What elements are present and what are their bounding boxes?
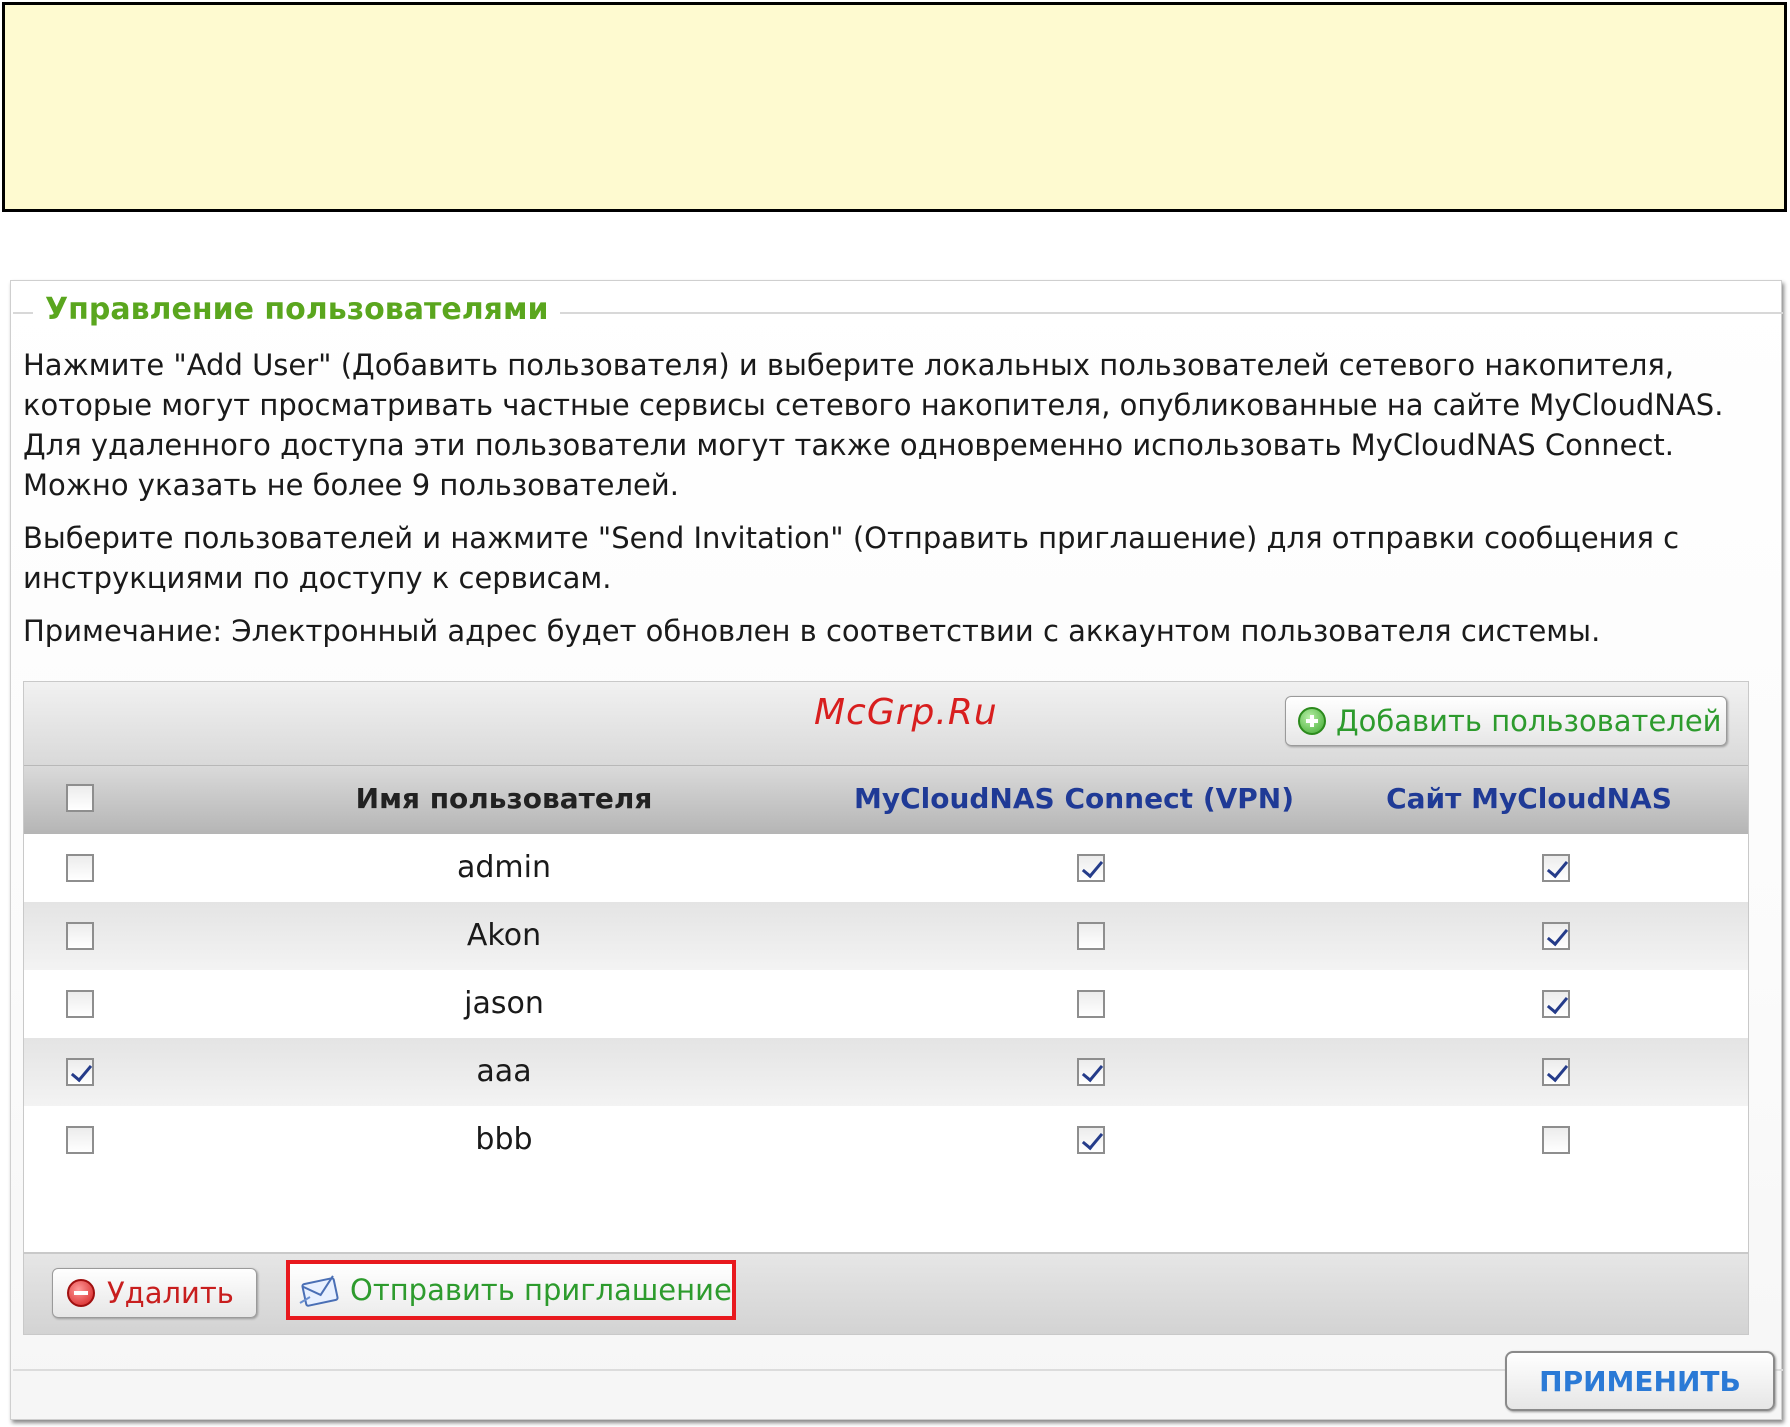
delete-button[interactable]: Удалить — [52, 1268, 257, 1318]
send-invitation-label: Отправить приглашение — [350, 1273, 732, 1307]
site-checkbox[interactable] — [1542, 990, 1570, 1018]
add-users-label: Добавить пользователей — [1336, 704, 1722, 738]
header-site[interactable]: Сайт MyCloudNAS — [1329, 782, 1729, 815]
add-icon — [1298, 707, 1326, 735]
site-checkbox[interactable] — [1542, 1126, 1570, 1154]
send-invitation-button[interactable]: Отправить приглашение — [286, 1260, 736, 1320]
note-box — [2, 2, 1787, 212]
delete-icon — [67, 1279, 95, 1307]
table-header: Имя пользователя MyCloudNAS Connect (VPN… — [24, 766, 1748, 834]
panel-title: Управление пользователями — [33, 292, 561, 327]
username-cell: jason — [464, 986, 544, 1021]
table-row: bbb — [24, 1106, 1748, 1174]
username-cell: bbb — [475, 1122, 533, 1157]
vpn-checkbox[interactable] — [1077, 1126, 1105, 1154]
users-grid: McGrp.Ru Добавить пользователей Имя поль… — [23, 681, 1749, 1253]
row-select-checkbox[interactable] — [66, 854, 94, 882]
row-select-checkbox[interactable] — [66, 1126, 94, 1154]
site-checkbox[interactable] — [1542, 922, 1570, 950]
email-note: Примечание: Электронный адрес будет обно… — [23, 614, 1601, 648]
table-row: jason — [24, 970, 1748, 1038]
apply-button[interactable]: ПРИМЕНИТЬ — [1505, 1351, 1775, 1411]
row-select-checkbox[interactable] — [66, 1058, 94, 1086]
grid-footer: Удалить Отправить приглашение — [23, 1253, 1749, 1335]
table-row: aaa — [24, 1038, 1748, 1106]
vpn-checkbox[interactable] — [1077, 922, 1105, 950]
table-row: Akon — [24, 902, 1748, 970]
vpn-checkbox[interactable] — [1077, 990, 1105, 1018]
table-row: admin — [24, 834, 1748, 902]
grid-toolbar: McGrp.Ru Добавить пользователей — [24, 682, 1748, 766]
username-cell: aaa — [476, 1054, 532, 1089]
delete-label: Удалить — [107, 1276, 234, 1310]
watermark-text: McGrp.Ru — [814, 692, 998, 733]
username-cell: admin — [457, 850, 551, 885]
header-vpn[interactable]: MyCloudNAS Connect (VPN) — [824, 782, 1324, 815]
header-username: Имя пользователя — [355, 782, 653, 815]
select-all-checkbox[interactable] — [66, 784, 94, 812]
envelope-icon — [299, 1275, 339, 1307]
site-checkbox[interactable] — [1542, 1058, 1570, 1086]
row-select-checkbox[interactable] — [66, 922, 94, 950]
description-text: Нажмите "Add User" (Добавить пользовател… — [23, 348, 1724, 502]
username-cell: Akon — [466, 918, 542, 953]
user-management-panel: Управление пользователями Нажмите "Add U… — [10, 280, 1783, 1420]
vpn-checkbox[interactable] — [1077, 854, 1105, 882]
row-select-checkbox[interactable] — [66, 990, 94, 1018]
invitation-instructions: Выберите пользователей и нажмите "Send I… — [23, 521, 1680, 595]
site-checkbox[interactable] — [1542, 854, 1570, 882]
add-users-button[interactable]: Добавить пользователей — [1285, 696, 1727, 746]
vpn-checkbox[interactable] — [1077, 1058, 1105, 1086]
